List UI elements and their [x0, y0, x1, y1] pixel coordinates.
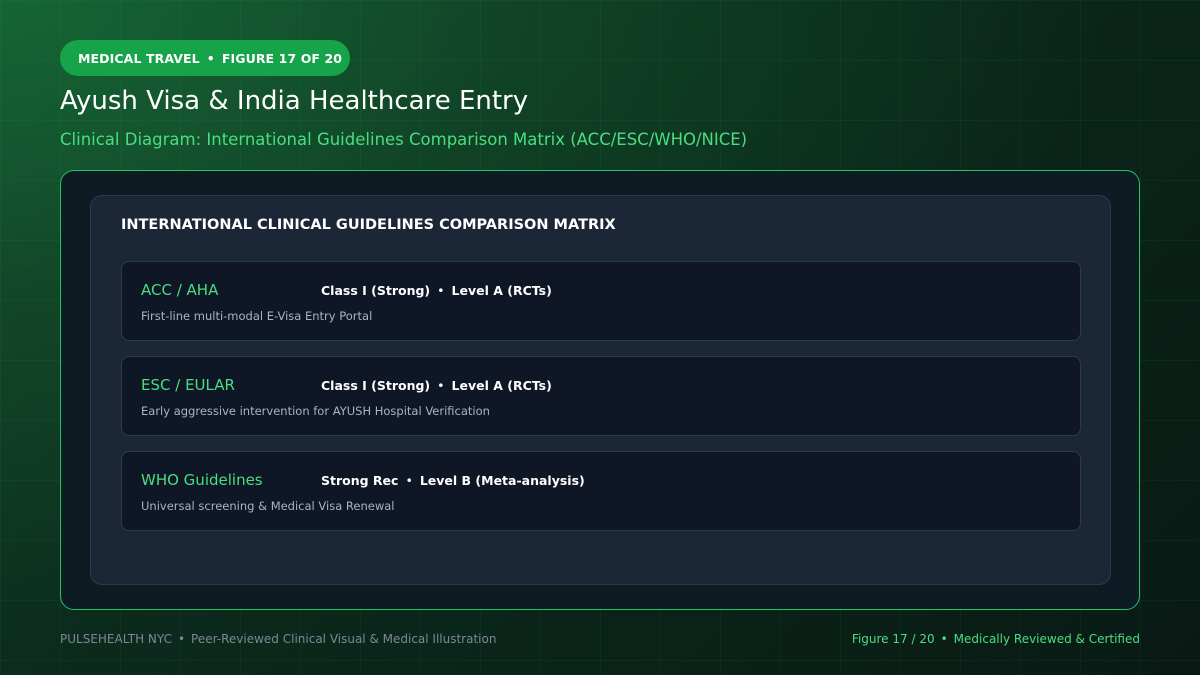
guideline-org: ACC / AHA — [141, 281, 219, 299]
category-badge: MEDICAL TRAVEL • FIGURE 17 OF 20 — [60, 40, 350, 76]
badge-category: MEDICAL TRAVEL — [78, 50, 200, 66]
guideline-row-who: WHO Guidelines Strong Rec • Level B (Meta-… — [121, 451, 1081, 531]
recommendation-strength: Strong Rec — [321, 473, 399, 488]
diagram-frame: INTERNATIONAL CLINICAL GUIDELINES COMPAR… — [60, 170, 1140, 610]
guideline-description: Universal screening & Medical Visa Renew… — [141, 499, 395, 513]
guideline-row-esc-eular: ESC / EULAR Class I (Strong) • Level A (RC… — [121, 356, 1081, 436]
guideline-recommendation: Strong Rec • Level B (Meta-analysis) — [321, 473, 585, 488]
matrix-heading: INTERNATIONAL CLINICAL GUIDELINES COMPAR… — [121, 217, 616, 233]
footer-certification: Medically Reviewed & Certified — [953, 632, 1140, 646]
recommendation-strength: Class I (Strong) — [321, 283, 431, 298]
guideline-org: WHO Guidelines — [141, 471, 263, 489]
recommendation-separator: • — [437, 378, 445, 393]
badge-figure-label: FIGURE 17 OF 20 — [221, 50, 343, 66]
page-subtitle: Clinical Diagram: International Guidelin… — [60, 130, 748, 149]
recommendation-separator: • — [405, 473, 413, 488]
guideline-description: First-line multi-modal E-Visa Entry Port… — [141, 309, 373, 323]
guideline-description: Early aggressive intervention for AYUSH … — [141, 404, 490, 418]
footer-figure-number: Figure 17 / 20 — [851, 632, 935, 646]
footer-figure-info: Figure 17 / 20 • Medically Reviewed & Cert… — [852, 632, 1140, 646]
badge-separator: • — [206, 50, 215, 66]
footer-credit: PULSEHEALTH NYC • Peer-Reviewed Clinical V… — [60, 632, 496, 646]
footer-tagline: Peer-Reviewed Clinical Visual & Medical … — [191, 632, 497, 646]
guideline-row-acc-aha: ACC / AHA Class I (Strong) • Level A (RCTs… — [121, 261, 1081, 341]
footer-separator: • — [940, 632, 948, 646]
footer-brand: PULSEHEALTH NYC — [60, 632, 172, 646]
evidence-level: Level B (Meta-analysis) — [419, 473, 585, 488]
recommendation-strength: Class I (Strong) — [321, 378, 431, 393]
comparison-matrix-panel: INTERNATIONAL CLINICAL GUIDELINES COMPAR… — [90, 195, 1111, 585]
footer-separator: • — [177, 632, 186, 646]
recommendation-separator: • — [437, 283, 445, 298]
evidence-level: Level A (RCTs) — [451, 283, 552, 298]
page-title: Ayush Visa & India Healthcare Entry — [60, 86, 529, 116]
guideline-recommendation: Class I (Strong) • Level A (RCTs) — [321, 378, 552, 393]
evidence-level: Level A (RCTs) — [451, 378, 552, 393]
guideline-recommendation: Class I (Strong) • Level A (RCTs) — [321, 283, 552, 298]
guideline-org: ESC / EULAR — [141, 376, 235, 394]
